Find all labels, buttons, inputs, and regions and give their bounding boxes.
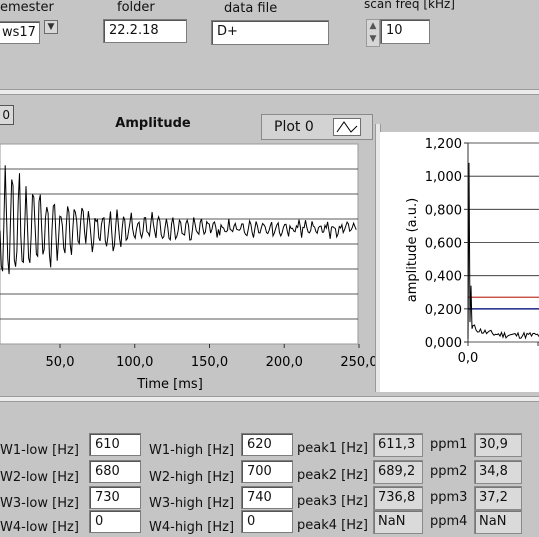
peak2-indicator: 689,2 [373,460,423,484]
bottom-divider [0,396,539,402]
spectrum-y-tick-label: 0,400 [425,270,462,285]
ppm3-label: ppm3 [430,490,468,505]
peak1-indicator: 611,3 [373,433,423,457]
peak3-label: peak3 [Hz] [297,494,368,509]
folder-field[interactable]: 22.2.18 [103,19,187,43]
w2-low-label: W2-low [Hz] [0,470,79,485]
ppm2-indicator: 34,8 [474,460,522,484]
spectrum-x-tick-label: 0,0 [458,351,479,366]
ppm3-indicator: 37,2 [474,486,522,510]
semester-field[interactable]: ws17 [0,21,40,44]
amplitude-chart-title: Amplitude [115,116,191,131]
ppm1-label: ppm1 [430,437,468,452]
data-file-label: data file [224,1,278,16]
amplitude-x-tick-label: 100,0 [116,355,153,370]
ppm4-label: ppm4 [430,514,468,529]
spectrum-y-axis-label: amplitude (a.u.) [405,198,420,302]
amplitude-x-tick-label: 250,0 [340,355,375,370]
w3-low-field[interactable]: 730 [89,486,141,509]
ppm1-indicator: 30,9 [474,433,522,457]
spectrum-chart: amplitude (a.u.) 1,200 1,000 0,800 0,600 0,4… [405,137,539,366]
w2-high-field[interactable]: 700 [241,460,293,483]
plot-legend-label: Plot 0 [274,119,314,135]
ppm4-indicator: NaN [474,510,522,534]
spectrum-trace [467,162,539,340]
spectrum-y-tick-label: 0,000 [425,336,462,351]
peak3-indicator: 736,8 [373,486,423,510]
spectrum-y-tick-label: 0,600 [425,237,462,252]
increment-icon[interactable]: ▲ [367,20,379,33]
spectrum-y-tick-label: 0,200 [425,303,462,318]
w2-low-field[interactable]: 680 [89,460,141,483]
amplitude-chart: 50,0 100,0 150,0 200,0 250,0 Time [ms] [0,143,375,392]
peak1-label: peak1 [Hz] [297,441,368,456]
spectrum-y-tick-label: 1,200 [425,137,462,152]
amplitude-x-tick-label: 150,0 [191,355,228,370]
scan-freq-label: scan freq [kHz] [364,0,455,11]
w1-high-label: W1-high [Hz] [149,443,235,458]
spectrum-y-tick-label: 0,800 [425,203,462,218]
folder-label: folder [117,0,155,15]
left-toggle-button[interactable]: 0 [0,105,14,125]
data-file-field[interactable]: D+ [211,20,329,45]
w3-low-label: W3-low [Hz] [0,496,79,511]
semester-dropdown-button[interactable]: ▼ [44,20,58,34]
w1-low-field[interactable]: 610 [89,433,141,456]
amplitude-x-axis-label: Time [ms] [136,377,203,392]
amplitude-x-tick-label: 50,0 [46,355,75,370]
plot-legend[interactable]: Plot 0 [261,114,373,140]
w4-low-field[interactable]: 0 [89,510,141,533]
plot-line-style-icon[interactable] [333,118,361,136]
peak4-label: peak4 [Hz] [297,518,368,533]
w3-high-label: W3-high [Hz] [149,496,235,511]
top-divider [0,89,539,95]
w1-low-label: W1-low [Hz] [0,443,79,458]
peak4-indicator: NaN [373,510,423,534]
w2-high-label: W2-high [Hz] [149,470,235,485]
w4-high-label: W4-high [Hz] [149,520,235,535]
scan-freq-spinner[interactable]: ▲ ▼ [366,19,380,47]
peak2-label: peak2 [Hz] [297,468,368,483]
decrement-icon[interactable]: ▼ [367,33,379,46]
w1-high-field[interactable]: 620 [241,433,293,456]
ppm2-label: ppm2 [430,464,468,479]
w4-high-field[interactable]: 0 [241,510,293,533]
spectrum-y-tick-label: 1,000 [425,170,462,185]
semester-label: emester [0,0,54,15]
triangle-down-icon: ▼ [47,22,55,32]
w4-low-label: W4-low [Hz] [0,520,79,535]
w3-high-field[interactable]: 740 [241,486,293,509]
amplitude-x-tick-label: 200,0 [266,355,303,370]
scan-freq-field[interactable]: 10 [380,19,430,44]
